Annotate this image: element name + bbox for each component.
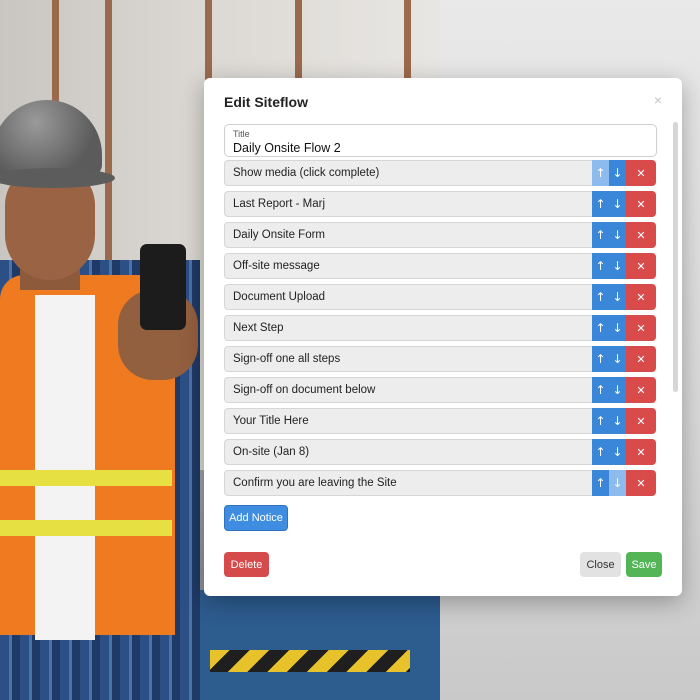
step-row: Show media (click complete) ↑ ↓ ✕ bbox=[224, 160, 656, 186]
move-down-icon[interactable]: ↓ bbox=[609, 377, 626, 403]
delete-step-icon[interactable]: ✕ bbox=[626, 160, 656, 186]
step-label[interactable]: Show media (click complete) bbox=[224, 160, 592, 186]
step-row: Daily Onsite Form ↑ ↓ ✕ bbox=[224, 222, 656, 248]
delete-step-icon[interactable]: ✕ bbox=[626, 191, 656, 217]
step-label[interactable]: Sign-off one all steps bbox=[224, 346, 592, 372]
delete-button[interactable]: Delete bbox=[224, 552, 269, 577]
step-row: Your Title Here ↑ ↓ ✕ bbox=[224, 408, 656, 434]
move-down-icon[interactable]: ↓ bbox=[609, 408, 626, 434]
move-up-icon[interactable]: ↑ bbox=[592, 253, 609, 279]
save-button[interactable]: Save bbox=[626, 552, 662, 577]
step-row: On-site (Jan 8) ↑ ↓ ✕ bbox=[224, 439, 656, 465]
delete-step-icon[interactable]: ✕ bbox=[626, 377, 656, 403]
step-label[interactable]: Off-site message bbox=[224, 253, 592, 279]
move-up-icon[interactable]: ↑ bbox=[592, 191, 609, 217]
move-up-icon[interactable]: ↑ bbox=[592, 222, 609, 248]
delete-step-icon[interactable]: ✕ bbox=[626, 439, 656, 465]
worker-vest-reflector bbox=[0, 470, 172, 486]
move-up-icon[interactable]: ↑ bbox=[592, 408, 609, 434]
delete-step-icon[interactable]: ✕ bbox=[626, 408, 656, 434]
step-label[interactable]: Daily Onsite Form bbox=[224, 222, 592, 248]
worker-tshirt bbox=[35, 295, 95, 640]
close-button[interactable]: Close bbox=[580, 552, 621, 577]
move-up-icon[interactable]: ↑ bbox=[592, 284, 609, 310]
step-row: Sign-off one all steps ↑ ↓ ✕ bbox=[224, 346, 656, 372]
edit-siteflow-modal: Edit Siteflow × Title Daily Onsite Flow … bbox=[204, 78, 682, 596]
delete-step-icon[interactable]: ✕ bbox=[626, 253, 656, 279]
step-row: Last Report - Marj ↑ ↓ ✕ bbox=[224, 191, 656, 217]
move-up-icon[interactable]: ↑ bbox=[592, 160, 609, 186]
delete-step-icon[interactable]: ✕ bbox=[626, 346, 656, 372]
delete-step-icon[interactable]: ✕ bbox=[626, 222, 656, 248]
move-up-icon[interactable]: ↑ bbox=[592, 439, 609, 465]
background-lift bbox=[180, 590, 440, 700]
step-row: Off-site message ↑ ↓ ✕ bbox=[224, 253, 656, 279]
move-down-icon[interactable]: ↓ bbox=[609, 439, 626, 465]
delete-step-icon[interactable]: ✕ bbox=[626, 284, 656, 310]
delete-step-icon[interactable]: ✕ bbox=[626, 470, 656, 496]
step-label[interactable]: Your Title Here bbox=[224, 408, 592, 434]
move-down-icon[interactable]: ↓ bbox=[609, 284, 626, 310]
move-down-icon[interactable]: ↓ bbox=[609, 315, 626, 341]
move-down-icon[interactable]: ↓ bbox=[609, 470, 626, 496]
step-label[interactable]: Confirm you are leaving the Site bbox=[224, 470, 592, 496]
background-pole bbox=[105, 0, 112, 300]
title-field[interactable]: Title Daily Onsite Flow 2 bbox=[224, 124, 657, 157]
step-row: Confirm you are leaving the Site ↑ ↓ ✕ bbox=[224, 470, 656, 496]
delete-step-icon[interactable]: ✕ bbox=[626, 315, 656, 341]
move-down-icon[interactable]: ↓ bbox=[609, 253, 626, 279]
smartphone bbox=[140, 244, 186, 330]
title-field-value[interactable]: Daily Onsite Flow 2 bbox=[233, 141, 341, 155]
background-hazard-stripe bbox=[210, 650, 410, 672]
title-field-label: Title bbox=[233, 129, 250, 139]
move-up-icon[interactable]: ↑ bbox=[592, 377, 609, 403]
move-up-icon[interactable]: ↑ bbox=[592, 315, 609, 341]
move-down-icon[interactable]: ↓ bbox=[609, 191, 626, 217]
modal-title: Edit Siteflow bbox=[224, 94, 308, 110]
move-up-icon[interactable]: ↑ bbox=[592, 346, 609, 372]
step-row: Document Upload ↑ ↓ ✕ bbox=[224, 284, 656, 310]
move-up-icon[interactable]: ↑ bbox=[592, 470, 609, 496]
worker-vest-reflector bbox=[0, 520, 172, 536]
move-down-icon[interactable]: ↓ bbox=[609, 160, 626, 186]
step-label[interactable]: On-site (Jan 8) bbox=[224, 439, 592, 465]
move-down-icon[interactable]: ↓ bbox=[609, 346, 626, 372]
step-row: Sign-off on document below ↑ ↓ ✕ bbox=[224, 377, 656, 403]
add-notice-button[interactable]: Add Notice bbox=[224, 505, 288, 531]
step-label[interactable]: Sign-off on document below bbox=[224, 377, 592, 403]
move-down-icon[interactable]: ↓ bbox=[609, 222, 626, 248]
close-icon[interactable]: × bbox=[654, 92, 662, 108]
step-label[interactable]: Next Step bbox=[224, 315, 592, 341]
step-list: Show media (click complete) ↑ ↓ ✕ Last Repor… bbox=[224, 160, 656, 501]
scrollbar[interactable] bbox=[673, 122, 678, 392]
step-label[interactable]: Last Report - Marj bbox=[224, 191, 592, 217]
step-label[interactable]: Document Upload bbox=[224, 284, 592, 310]
step-row: Next Step ↑ ↓ ✕ bbox=[224, 315, 656, 341]
